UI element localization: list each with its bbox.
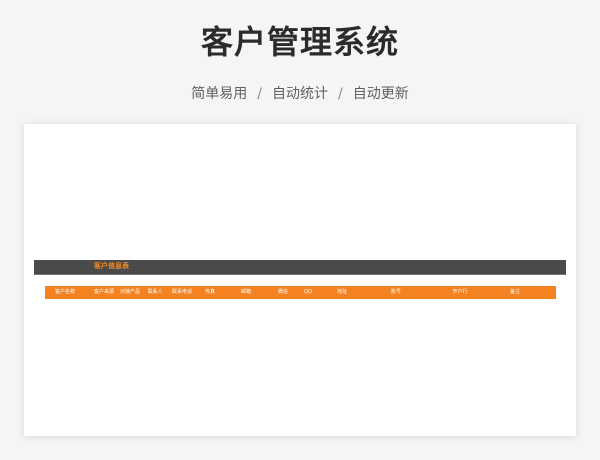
sheet-title-bar: 客户信息表 bbox=[34, 260, 566, 275]
column-header-bank: 开户行 bbox=[452, 289, 468, 295]
column-header-account: 账号 bbox=[390, 289, 402, 295]
column-header-row: 客户名称 客户来源 对接产品 联系人 联系电话 传真 邮箱 微信 QQ 地址 账… bbox=[45, 286, 556, 299]
page-title: 客户管理系统 bbox=[200, 23, 399, 61]
column-header-qq: QQ bbox=[304, 289, 312, 295]
column-header-contact: 联系人 bbox=[147, 289, 163, 295]
subtitle-separator: / bbox=[257, 86, 262, 102]
subtitle-item-auto-stats: 自动统计 bbox=[272, 86, 328, 102]
column-header-customer-name: 客户名称 bbox=[54, 289, 76, 295]
spreadsheet-preview: 客户信息表 客户名称 客户来源 对接产品 联系人 联系电话 传真 邮箱 微信 Q… bbox=[24, 124, 576, 436]
column-header-product: 对接产品 bbox=[119, 289, 141, 295]
column-header-wechat: 微信 bbox=[277, 289, 289, 295]
column-header-notes: 备注 bbox=[509, 289, 521, 295]
column-header-fax: 传真 bbox=[204, 289, 216, 295]
subtitle: 简单易用 / 自动统计 / 自动更新 bbox=[0, 84, 600, 104]
subtitle-separator: / bbox=[338, 86, 343, 102]
sheet-title: 客户信息表 bbox=[94, 262, 129, 270]
column-header-address: 地址 bbox=[336, 289, 348, 295]
column-header-phone: 联系电话 bbox=[171, 289, 193, 295]
column-header-customer-source: 客户来源 bbox=[93, 289, 115, 295]
subtitle-item-easy: 简单易用 bbox=[191, 86, 248, 102]
subtitle-item-auto-update: 自动更新 bbox=[352, 86, 409, 102]
column-header-email: 邮箱 bbox=[240, 289, 252, 295]
